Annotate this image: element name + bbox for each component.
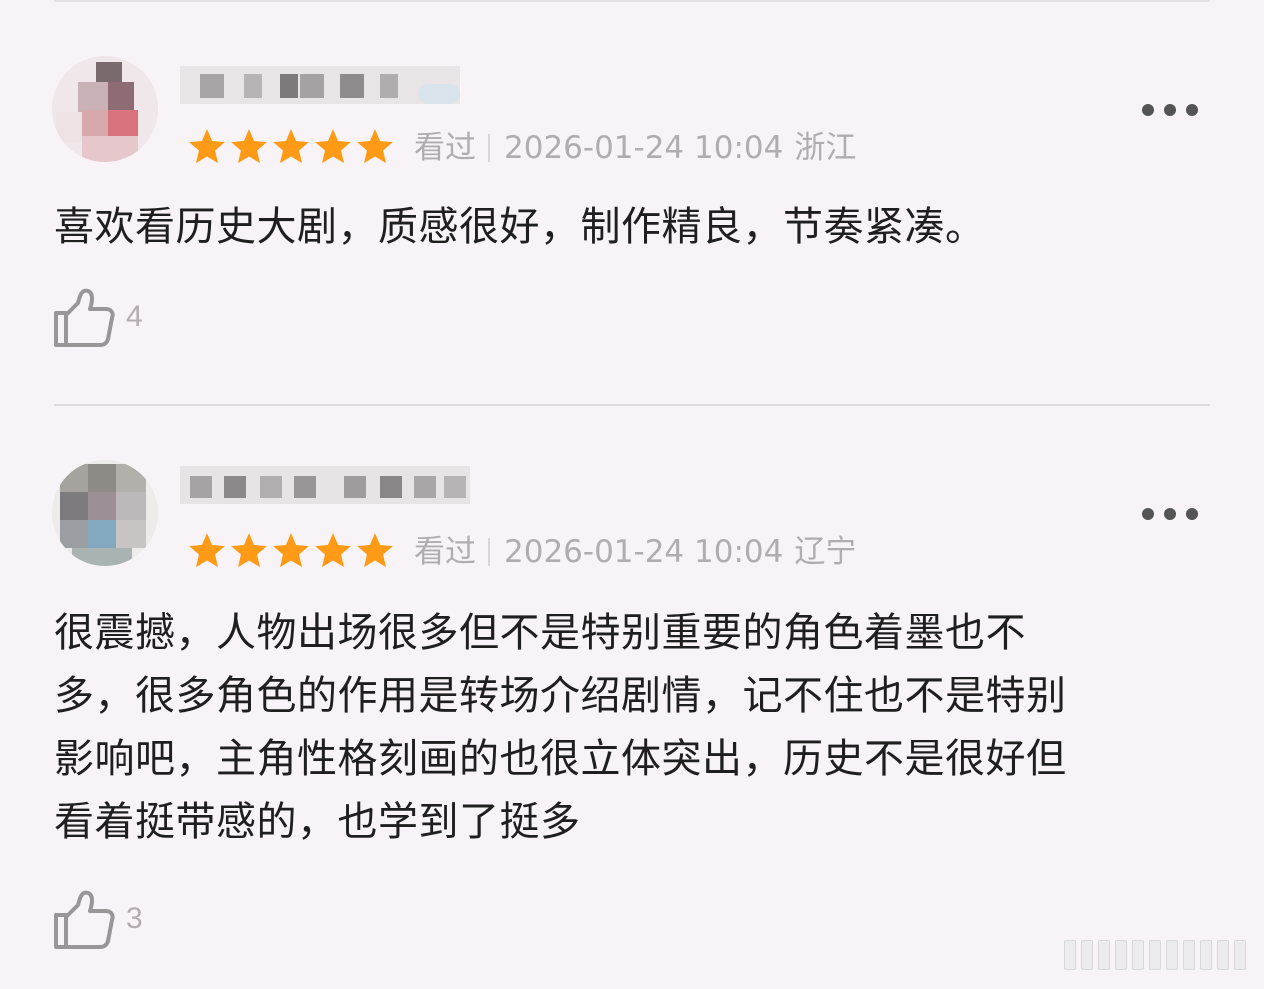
rating-stars <box>186 126 396 170</box>
review-divider <box>54 404 1210 406</box>
thumbs-up-icon <box>54 288 115 347</box>
more-icon[interactable] <box>1142 508 1198 524</box>
review-datetime: 2026-01-24 10:04 <box>504 534 784 570</box>
watch-status: 看过 <box>414 534 476 570</box>
watermark-bars <box>1060 938 1254 972</box>
watermark-bar <box>1132 940 1144 970</box>
watch-status: 看过 <box>414 130 476 166</box>
username-blurred[interactable] <box>180 462 470 508</box>
like-button[interactable]: 3 <box>52 886 162 952</box>
like-count: 4 <box>126 300 143 333</box>
meta-separator <box>488 134 490 162</box>
top-divider <box>54 0 1210 2</box>
user-avatar[interactable] <box>52 460 158 566</box>
review-datetime: 2026-01-24 10:04 <box>504 130 784 166</box>
review-text: 喜欢看历史大剧，质感很好，制作精良，节奏紧凑。 <box>54 204 986 250</box>
star-icon <box>231 533 267 568</box>
star-icon <box>315 129 351 164</box>
like-button[interactable]: 4 <box>52 284 162 350</box>
review-location: 浙江 <box>794 130 857 166</box>
star-icon <box>189 129 225 164</box>
watermark-bar <box>1081 940 1093 970</box>
review-location: 辽宁 <box>794 534 857 570</box>
username-blurred[interactable] <box>180 62 470 108</box>
star-icon <box>273 533 309 568</box>
cloud-badge-icon <box>418 84 460 104</box>
star-icon <box>189 533 225 568</box>
watermark-bar <box>1149 940 1161 970</box>
watermark-bar <box>1166 940 1178 970</box>
watermark-bar <box>1200 940 1212 970</box>
star-icon <box>357 129 393 164</box>
like-count: 3 <box>126 902 143 935</box>
thumbs-up-icon <box>54 890 115 949</box>
watermark-bar <box>1115 940 1127 970</box>
watermark-bar <box>1098 940 1110 970</box>
watermark-bar <box>1217 940 1229 970</box>
star-icon <box>273 129 309 164</box>
star-icon <box>231 129 267 164</box>
user-avatar[interactable] <box>52 56 158 162</box>
review-meta: 看过 2026-01-24 10:04 浙江 <box>414 128 856 168</box>
more-icon[interactable] <box>1142 104 1198 120</box>
rating-stars <box>186 530 396 574</box>
review-text: 很震撼，人物出场很多但不是特别重要的角色着墨也不 多，很多角色的作用是转场介绍剧… <box>54 610 1067 845</box>
watermark-bar <box>1064 940 1076 970</box>
meta-separator <box>488 538 490 566</box>
star-icon <box>315 533 351 568</box>
review-meta: 看过 2026-01-24 10:04 辽宁 <box>414 532 856 572</box>
star-icon <box>357 533 393 568</box>
watermark-bar <box>1183 940 1195 970</box>
watermark-bar <box>1234 940 1246 970</box>
